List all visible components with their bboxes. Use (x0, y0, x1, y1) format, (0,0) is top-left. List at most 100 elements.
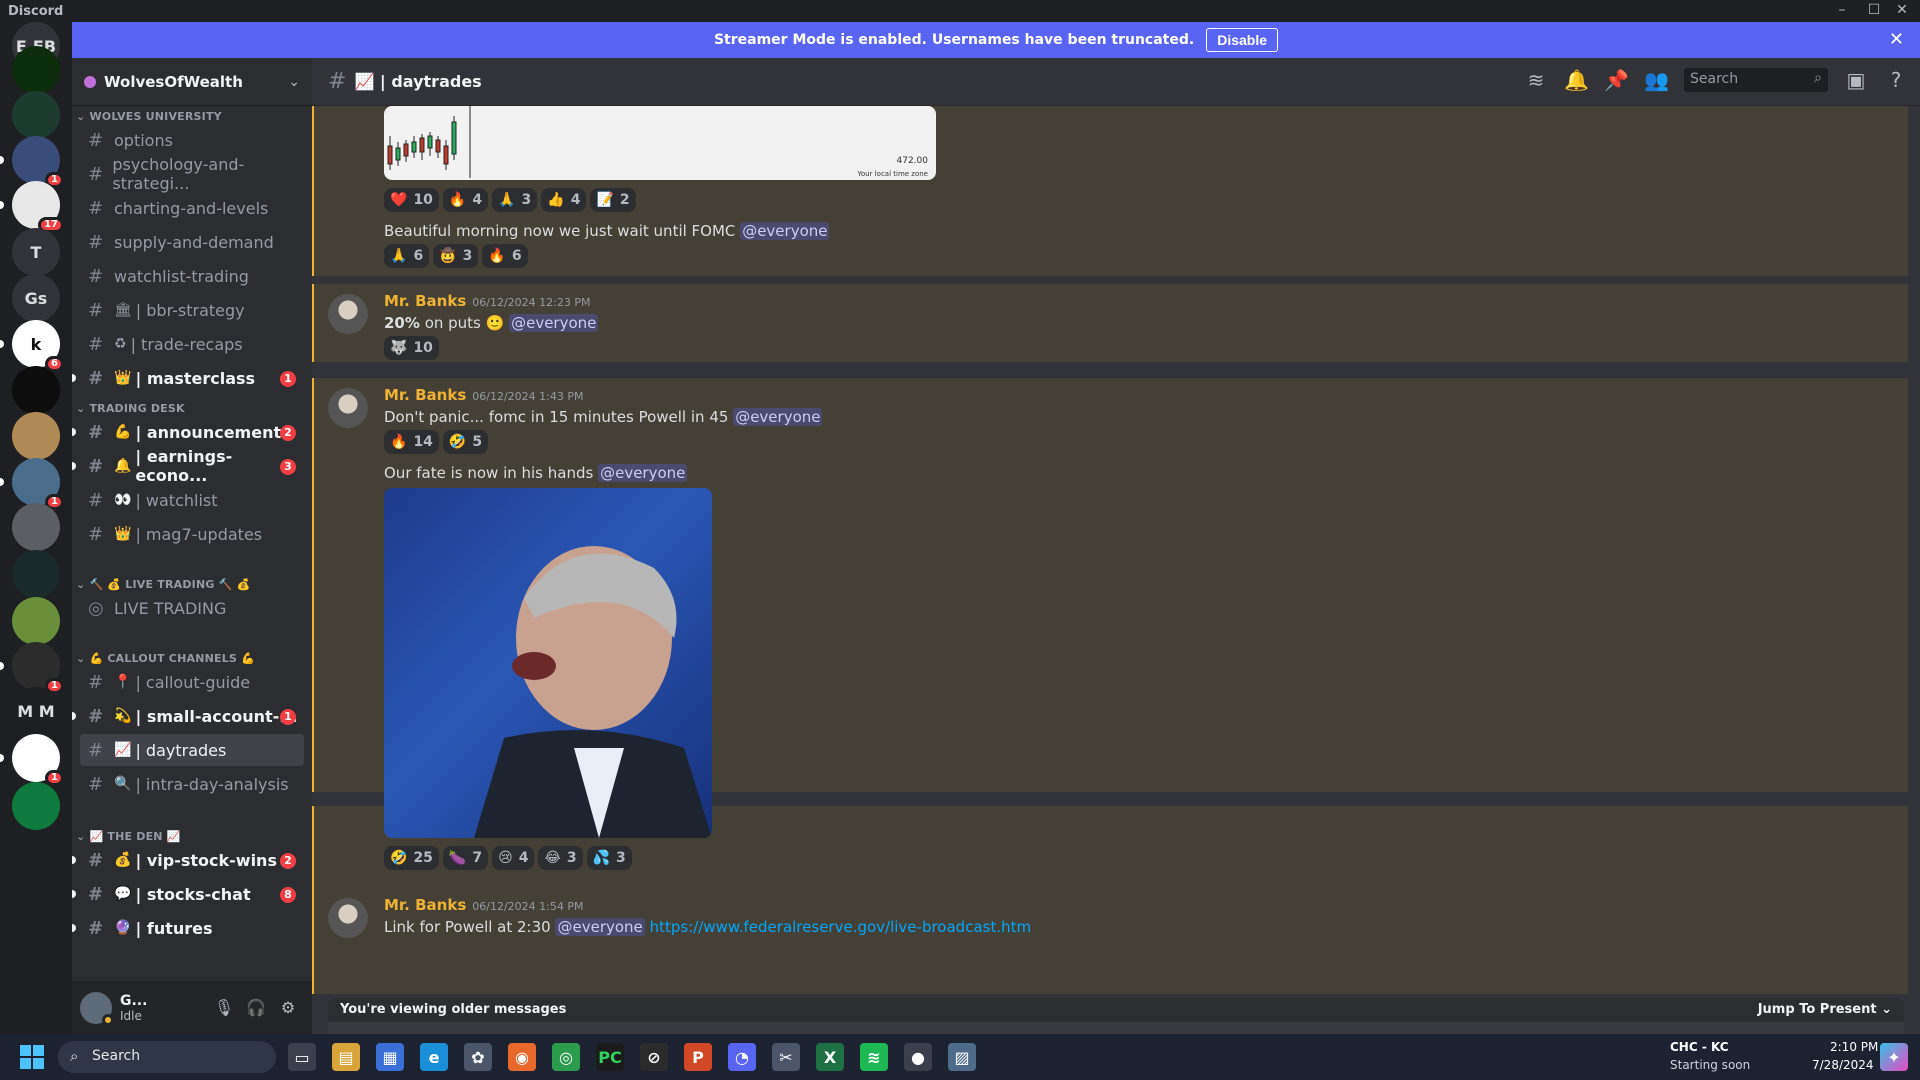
reaction-button[interactable]: ❤️ 10 (384, 188, 439, 212)
reaction-button[interactable]: 📝 2 (590, 188, 636, 212)
server-icon[interactable] (12, 91, 60, 139)
server-icon[interactable]: M M (12, 687, 60, 735)
user-names[interactable]: G... Idle (120, 993, 208, 1023)
channel-item[interactable]: # 📍 | callout-guide (80, 666, 304, 698)
category-the-den[interactable]: ⌄ 📈 THE DEN 📈 (76, 830, 181, 843)
channel-item-daytrades[interactable]: # 📈 | daytrades (80, 734, 304, 766)
voice-channel-item[interactable]: ◎ LIVE TRADING (80, 592, 304, 624)
reaction-button[interactable]: 🔥 6 (482, 244, 528, 268)
app-icon[interactable]: ✿ (464, 1043, 492, 1071)
channel-item[interactable]: # 🔍 | intra-day-analysis (80, 768, 304, 800)
server-icon[interactable]: 1 (0, 458, 64, 510)
server-icon[interactable] (12, 46, 60, 94)
chevron-down-icon[interactable]: ⌄ (288, 74, 300, 90)
category-live-trading[interactable]: ⌄ 🔨 💰 LIVE TRADING 🔨 💰 (76, 578, 250, 591)
chrome-icon[interactable]: ◎ (552, 1043, 580, 1071)
channel-item[interactable]: # 💬 | stocks-chat 8 (72, 878, 304, 910)
reaction-button[interactable]: 🐺 10 (384, 336, 439, 360)
threads-icon[interactable]: ≋ (1524, 68, 1548, 92)
channel-item[interactable]: # 💰 | vip-stock-wins 2 (72, 844, 304, 876)
clock-date[interactable]: 7/28/2024 (1812, 1058, 1874, 1072)
channel-item[interactable]: # 🔔 | earnings-econo... 3 (72, 447, 304, 485)
help-icon[interactable]: ? (1884, 68, 1908, 92)
pin-icon[interactable]: 📌 (1604, 68, 1629, 92)
server-icon[interactable]: 17 (0, 181, 64, 233)
channel-item[interactable]: # 💫 | small-account-... 1 (72, 700, 304, 732)
server-icon[interactable]: k6 (0, 320, 64, 372)
category-wolves-university[interactable]: ⌄ WOLVES UNIVERSITY (76, 110, 222, 123)
channel-item[interactable]: # 🔮 | futures (72, 912, 304, 944)
jump-to-present-button[interactable]: Jump To Present ⌄ (1758, 1002, 1892, 1017)
channel-item[interactable]: # 👑 | mag7-updates (80, 518, 304, 550)
server-icon[interactable] (12, 503, 60, 551)
everyone-mention[interactable]: @everyone (740, 222, 830, 240)
microphone-icon[interactable]: 🎙 (208, 992, 240, 1024)
message-author[interactable]: Mr. Banks 06/12/2024 1:54 PM (384, 896, 583, 914)
inbox-icon[interactable]: ▣ (1844, 68, 1868, 92)
file-explorer-icon[interactable]: ▤ (332, 1043, 360, 1071)
channel-item[interactable]: # 💪 | announcements 2 (72, 416, 304, 448)
reaction-button[interactable]: 💦 3 (586, 846, 632, 870)
channel-item[interactable]: # psychology-and-strategi... (80, 155, 304, 193)
channel-item[interactable]: # watchlist-trading (80, 260, 304, 292)
store-icon[interactable]: ▦ (376, 1043, 404, 1071)
reaction-button[interactable]: 😂 3 (538, 846, 583, 870)
search-input[interactable]: Search ⌕ (1684, 68, 1828, 92)
spotify-icon[interactable]: ≋ (860, 1043, 888, 1071)
headphones-icon[interactable]: 🎧 (240, 992, 272, 1024)
chart-image[interactable]: 472.00 Your local time zone (384, 106, 936, 180)
reaction-button[interactable]: 🤣 5 (442, 430, 489, 454)
firefox-icon[interactable]: ◉ (508, 1043, 536, 1071)
powerpoint-icon[interactable]: P (684, 1043, 712, 1071)
edge-icon[interactable]: e (420, 1043, 448, 1071)
members-icon[interactable]: 👥 (1644, 68, 1669, 92)
everyone-mention[interactable]: @everyone (509, 314, 599, 332)
channel-item[interactable]: # supply-and-demand (80, 226, 304, 258)
app-icon[interactable]: ▨ (948, 1043, 976, 1071)
server-icon[interactable]: T (12, 228, 60, 276)
server-icon[interactable]: 1 (0, 642, 64, 694)
excel-icon[interactable]: X (816, 1043, 844, 1071)
everyone-mention[interactable]: @everyone (598, 464, 688, 482)
obs-icon[interactable]: ● (904, 1043, 932, 1071)
reaction-button[interactable]: 🙏 6 (384, 244, 430, 268)
pycharm-icon[interactable]: PC (596, 1043, 624, 1071)
server-icon[interactable] (12, 597, 60, 645)
app-icon[interactable]: ⊘ (640, 1043, 668, 1071)
channel-item[interactable]: # 👀 | watchlist (80, 484, 304, 516)
message-author[interactable]: Mr. Banks 06/12/2024 12:23 PM (384, 292, 590, 310)
server-icon[interactable]: Gs (12, 274, 60, 322)
task-view-icon[interactable]: ▭ (288, 1043, 316, 1071)
channel-item[interactable]: # options (80, 124, 304, 156)
server-icon[interactable]: 1 (0, 136, 64, 188)
channel-item[interactable]: # ♻ | trade-recaps (80, 328, 304, 360)
avatar[interactable] (328, 898, 368, 938)
discord-icon[interactable]: ◔ (728, 1043, 756, 1071)
server-icon[interactable] (12, 412, 60, 460)
message-author[interactable]: Mr. Banks 06/12/2024 1:43 PM (384, 386, 583, 404)
reaction-button[interactable]: 🍆 7 (442, 846, 489, 870)
reaction-button[interactable]: 🔥 4 (442, 188, 489, 212)
bell-icon[interactable]: 🔔 (1564, 68, 1589, 92)
server-icon[interactable] (12, 550, 60, 598)
weather-title[interactable]: CHC - KC (1670, 1040, 1729, 1054)
disable-streamer-button[interactable]: Disable (1206, 28, 1279, 52)
channel-item[interactable]: # 🏛 | bbr-strategy (80, 294, 304, 326)
server-icon[interactable] (12, 366, 60, 414)
minimize-button[interactable]: – (1828, 0, 1856, 22)
reaction-button[interactable]: 😢 4 (492, 846, 535, 870)
windows-start-icon[interactable] (20, 1045, 44, 1069)
reaction-button[interactable]: 👍 4 (541, 188, 587, 212)
photo-attachment[interactable] (384, 488, 712, 838)
federalreserve-link[interactable]: https://www.federalreserve.gov/live-broa… (650, 918, 1032, 936)
reaction-button[interactable]: 🙏 3 (492, 188, 538, 212)
category-trading-desk[interactable]: ⌄ TRADING DESK (76, 402, 185, 415)
snipping-icon[interactable]: ✂ (772, 1043, 800, 1071)
close-banner-icon[interactable]: ✕ (1889, 29, 1904, 50)
avatar[interactable] (80, 991, 114, 1026)
channel-item[interactable]: # charting-and-levels (80, 192, 304, 224)
server-icon[interactable]: 1 (0, 734, 64, 786)
everyone-mention[interactable]: @everyone (555, 918, 645, 936)
close-window-button[interactable]: ✕ (1888, 0, 1916, 22)
reaction-button[interactable]: 🔥 14 (384, 430, 439, 454)
